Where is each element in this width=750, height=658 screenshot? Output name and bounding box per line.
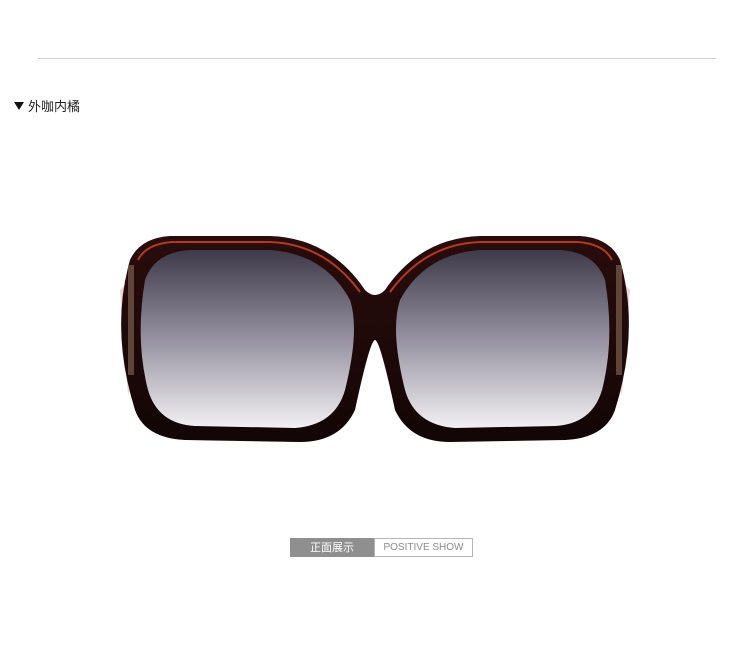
left-hinge	[128, 265, 134, 375]
top-divider	[38, 58, 716, 59]
caption-label-cn: 正面展示	[290, 538, 374, 557]
caption-label-en: POSITIVE SHOW	[374, 538, 473, 557]
section-title: 外咖内橘	[28, 100, 81, 115]
right-hinge	[616, 265, 622, 375]
triangle-down-icon	[14, 101, 24, 110]
section-header: 外咖内橘	[14, 96, 80, 115]
left-lens	[140, 250, 354, 428]
right-lens	[396, 250, 610, 428]
sunglasses-photo	[120, 236, 630, 442]
caption-bar: 正面展示 POSITIVE SHOW	[290, 538, 473, 557]
